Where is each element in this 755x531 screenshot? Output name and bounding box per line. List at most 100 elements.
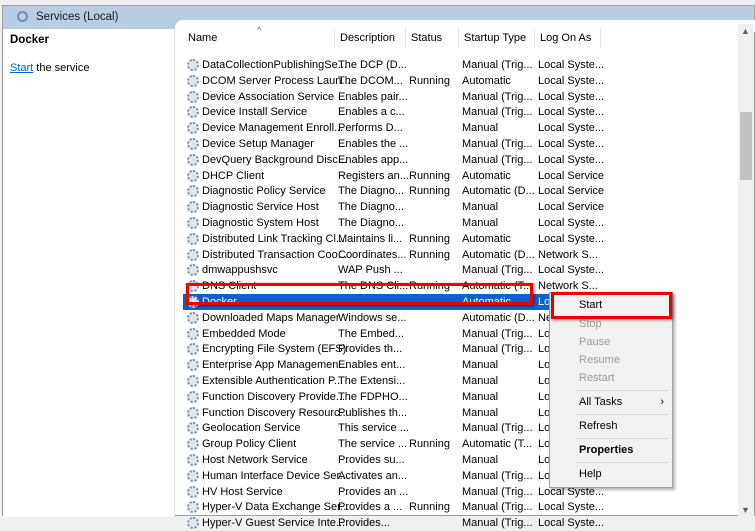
menu-all-tasks[interactable]: All Tasks xyxy=(579,396,622,408)
service-row[interactable]: Hyper-V Data Exchange Ser... Provides a .… xyxy=(183,499,604,515)
service-row[interactable]: Device Association Service Enables pair..… xyxy=(183,89,605,105)
service-log-on-as: Local Syste... xyxy=(538,90,605,103)
service-startup-type: Automatic xyxy=(462,232,511,245)
service-description: The Diagno... xyxy=(338,201,405,214)
service-row[interactable]: DCOM Server Process Laun... The DCOM... Ru… xyxy=(183,73,604,89)
service-row[interactable]: Diagnostic System Host The Diagno... Manua… xyxy=(183,215,605,231)
service-name: Function Discovery Provide... xyxy=(202,390,346,403)
start-service-link[interactable]: Start xyxy=(10,62,33,74)
service-name: Device Management Enroll... xyxy=(202,122,344,135)
scroll-thumb[interactable] xyxy=(740,112,752,180)
service-row[interactable]: Encrypting File System (EFS) Provides th.… xyxy=(183,341,604,357)
menu-stop: Stop xyxy=(579,318,602,330)
service-name: Extensible Authentication P... xyxy=(202,375,344,387)
service-row[interactable]: Diagnostic Policy Service The Diagno... Ru… xyxy=(183,183,604,199)
service-gear-icon xyxy=(187,311,199,324)
service-row[interactable]: DataCollectionPublishingSe... The DCP (D.… xyxy=(183,57,605,73)
service-row[interactable]: Host Network Service Provides su... Manual… xyxy=(183,452,604,468)
service-gear-icon xyxy=(187,501,199,514)
service-row[interactable]: Function Discovery Provide... The FDPHO..… xyxy=(183,389,604,405)
service-row[interactable]: DHCP Client Registers an... Running Automat… xyxy=(183,168,604,184)
service-log-on-as: Local Syste... xyxy=(538,217,605,229)
service-status: Running xyxy=(409,185,450,198)
service-row[interactable]: Device Setup Manager Enables the ... Manua… xyxy=(183,136,604,152)
service-startup-type: Automatic (T... xyxy=(462,438,533,451)
service-row[interactable]: Function Discovery Resourc... Publishes t… xyxy=(183,405,604,421)
service-log-on-as: Local Syste... xyxy=(538,59,605,71)
service-description: Enables the ... xyxy=(338,138,409,150)
services-icon xyxy=(17,11,28,22)
service-description: Maintains li... xyxy=(338,232,403,245)
service-startup-type: Automatic (D... xyxy=(462,248,535,261)
service-gear-icon xyxy=(187,106,199,119)
service-name: Geolocation Service xyxy=(202,422,301,435)
action-text: Start the service xyxy=(10,62,89,74)
service-row[interactable]: Embedded Mode The Embed... Manual (Trig...… xyxy=(183,326,604,342)
service-log-on-as: Local Syste... xyxy=(538,264,605,277)
header-log-on-as[interactable]: Log On As xyxy=(535,28,601,48)
service-description: Enables pair... xyxy=(338,90,408,103)
service-gear-icon xyxy=(187,74,199,87)
scroll-down-icon[interactable]: ▼ xyxy=(741,505,750,515)
service-row[interactable]: Enterprise App Managemen... Enables ent..… xyxy=(183,357,604,373)
service-startup-type: Automatic xyxy=(462,169,511,182)
header-status[interactable]: Status xyxy=(406,28,459,48)
header-description[interactable]: Description xyxy=(335,28,406,48)
service-row[interactable]: Device Install Service Enables a c... Manu… xyxy=(183,104,605,120)
service-log-on-as: Local Syste... xyxy=(538,106,605,119)
service-row[interactable]: Distributed Link Tracking Cl... Maintains… xyxy=(183,231,604,247)
service-name: DHCP Client xyxy=(202,169,265,182)
service-row[interactable]: Hyper-V Guest Service Inte... Provides...… xyxy=(183,515,604,531)
service-description: The DCOM... xyxy=(338,74,403,87)
service-status: Running xyxy=(409,74,450,87)
menu-separator xyxy=(576,438,668,439)
service-name: Distributed Link Tracking Cl... xyxy=(202,232,346,245)
service-gear-icon xyxy=(187,517,199,530)
service-row[interactable]: Downloaded Maps Manager Windows se... Auto… xyxy=(183,310,603,326)
service-description: Enables ent... xyxy=(338,359,406,372)
service-row[interactable]: Extensible Authentication P... The Extens… xyxy=(183,373,604,389)
service-startup-type: Manual (Trig... xyxy=(462,501,533,514)
service-description: The Embed... xyxy=(338,327,405,340)
service-startup-type: Manual (Trig... xyxy=(462,343,533,356)
service-startup-type: Manual (Trig... xyxy=(462,153,533,166)
scroll-up-icon[interactable]: ▲ xyxy=(741,26,750,36)
service-row[interactable]: Group Policy Client The service ... Runnin… xyxy=(183,436,604,452)
menu-separator xyxy=(576,390,668,391)
service-gear-icon xyxy=(187,232,199,245)
service-startup-type: Manual (Trig... xyxy=(462,469,533,482)
service-row[interactable]: Diagnostic Service Host The Diagno... Manu… xyxy=(183,199,604,215)
service-row[interactable]: HV Host Service Provides an ... Manual (Tr… xyxy=(183,484,604,500)
description-pane: Docker Start the service xyxy=(3,29,175,517)
service-startup-type: Manual xyxy=(462,375,499,387)
service-name: HV Host Service xyxy=(202,485,283,498)
service-name: dmwappushsvc xyxy=(202,264,278,277)
header-startup-type[interactable]: Startup Type xyxy=(459,28,535,48)
service-description: Provides... xyxy=(338,517,390,530)
service-name: Human Interface Device Ser... xyxy=(202,469,349,482)
service-status: Running xyxy=(409,248,450,261)
service-name: Group Policy Client xyxy=(202,438,297,451)
menu-properties[interactable]: Properties xyxy=(579,444,633,456)
window-title: Services (Local) xyxy=(36,11,119,23)
menu-separator xyxy=(576,414,668,415)
service-row[interactable]: Geolocation Service This service ... Manua… xyxy=(183,420,604,436)
service-row[interactable]: Distributed Transaction Coo... Coordinate… xyxy=(183,247,603,263)
menu-resume: Resume xyxy=(579,354,620,366)
service-row[interactable]: dmwappushsvc WAP Push ... Manual (Trig... L… xyxy=(183,262,605,278)
selected-service-name: Docker xyxy=(10,34,49,46)
service-startup-type: Manual (Trig... xyxy=(462,517,533,530)
service-startup-type: Automatic (D... xyxy=(462,185,535,198)
vertical-scrollbar[interactable]: ▲ ▼ xyxy=(738,24,754,517)
menu-refresh[interactable]: Refresh xyxy=(579,420,618,432)
service-row[interactable]: Device Management Enroll... Performs D...… xyxy=(183,120,604,136)
service-row[interactable]: Human Interface Device Ser... Activates a… xyxy=(183,468,604,484)
service-gear-icon xyxy=(187,343,199,356)
service-name: DCOM Server Process Laun... xyxy=(202,74,351,87)
service-gear-icon xyxy=(187,201,199,214)
menu-help[interactable]: Help xyxy=(579,468,602,480)
service-gear-icon xyxy=(187,438,199,451)
service-log-on-as: Network S... xyxy=(538,248,598,261)
service-row[interactable]: DevQuery Background Disc... Enables app..… xyxy=(183,152,604,168)
service-description: The DCP (D... xyxy=(338,59,407,71)
